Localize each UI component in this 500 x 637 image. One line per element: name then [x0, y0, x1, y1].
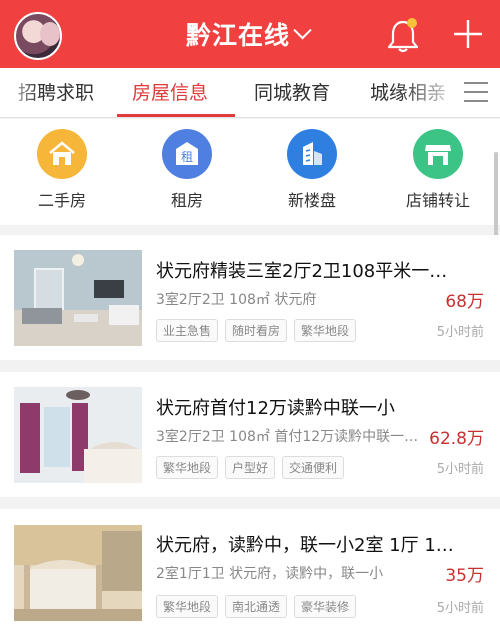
listing-tag: 交通便利 [282, 456, 345, 479]
shop-icon [413, 129, 463, 179]
listing-price: 68万 [445, 292, 484, 312]
list-item[interactable]: 状元府首付12万读黔中联一小 3室2厅2卫 108㎡ 首付12万读黔中联一… 6… [0, 372, 500, 497]
listing-time: 5小时前 [436, 462, 484, 477]
listing-tags: 繁华地段 户型好 交通便利 [156, 456, 345, 479]
active-tab-indicator [117, 114, 235, 117]
listing-tag: 南北通透 [225, 595, 288, 618]
listing-price: 62.8万 [429, 429, 484, 449]
listing-tag: 繁华地段 [156, 456, 219, 479]
listing-tag: 繁华地段 [156, 595, 219, 618]
chevron-down-icon [293, 20, 312, 39]
rent-icon: 租 [162, 129, 212, 179]
listing-tags: 业主急售 随时看房 繁华地段 [156, 319, 357, 342]
listing-meta: 3室2厅2卫 108㎡ 状元府 [156, 292, 317, 308]
list-item[interactable]: 状元府，读黔中，联一小2室 1厅 1… 2室1厅1卫 状元府，读黔中，联一小 3… [0, 509, 500, 637]
listing-tag: 随时看房 [225, 319, 288, 342]
tab-dating[interactable]: 城缘相亲 [370, 78, 446, 105]
shortcut-shop-transfer[interactable]: 店铺转让 [388, 129, 488, 211]
listing-time: 5小时前 [436, 325, 484, 340]
add-icon[interactable] [452, 18, 484, 50]
listing-meta: 2室1厅1卫 状元府，读黔中，联一小 [156, 566, 384, 582]
category-shortcuts: 二手房 租 租房 新楼盘 店铺转让 [0, 119, 500, 225]
shortcut-label: 二手房 [37, 191, 86, 210]
notification-dot [407, 18, 417, 28]
list-item[interactable]: 状元府精装三室2厅2卫108平米一… 3室2厅2卫 108㎡ 状元府 68万 业… [0, 235, 500, 360]
listing-tag: 豪华装修 [294, 595, 357, 618]
bell-icon[interactable] [385, 16, 421, 54]
tab-jobs[interactable]: 招聘求职 [18, 78, 94, 105]
tab-education[interactable]: 同城教育 [254, 78, 330, 105]
shortcut-label: 租房 [170, 191, 203, 210]
shortcut-new-development[interactable]: 新楼盘 [262, 129, 362, 211]
listing-photo [14, 387, 142, 483]
rent-icon-text: 租 [181, 150, 193, 164]
shortcut-label: 新楼盘 [287, 191, 336, 210]
shortcut-rent[interactable]: 租 租房 [137, 129, 237, 211]
listing-tag: 业主急售 [156, 319, 219, 342]
tab-housing[interactable]: 房屋信息 [132, 78, 208, 105]
app-title: 黔江在线 [186, 21, 291, 50]
building-icon [287, 129, 337, 179]
city-switcher[interactable]: 黔江在线 [186, 16, 312, 52]
app-header: 黔江在线 [0, 0, 500, 68]
listing-photo [14, 525, 142, 621]
listing-title: 状元府，读黔中，联一小2室 1厅 1… [156, 535, 454, 556]
menu-icon[interactable] [460, 76, 492, 108]
listing-time: 5小时前 [436, 601, 484, 616]
listing-photo [14, 250, 142, 346]
listing-tag: 繁华地段 [294, 319, 357, 342]
house-icon [37, 129, 87, 179]
listing-title: 状元府首付12万读黔中联一小 [156, 398, 395, 419]
category-tabs: 招聘求职 房屋信息 同城教育 城缘相亲 [0, 68, 500, 118]
listing-tag: 户型好 [225, 456, 276, 479]
listing-meta: 3室2厅2卫 108㎡ 首付12万读黔中联一… [156, 429, 419, 445]
listing-title: 状元府精装三室2厅2卫108平米一… [156, 261, 448, 282]
listing-tags: 繁华地段 南北通透 豪华装修 [156, 595, 357, 618]
listing-price: 35万 [445, 566, 484, 586]
avatar[interactable] [14, 12, 62, 60]
shortcut-second-hand-house[interactable]: 二手房 [12, 129, 112, 211]
shortcut-label: 店铺转让 [405, 191, 470, 210]
